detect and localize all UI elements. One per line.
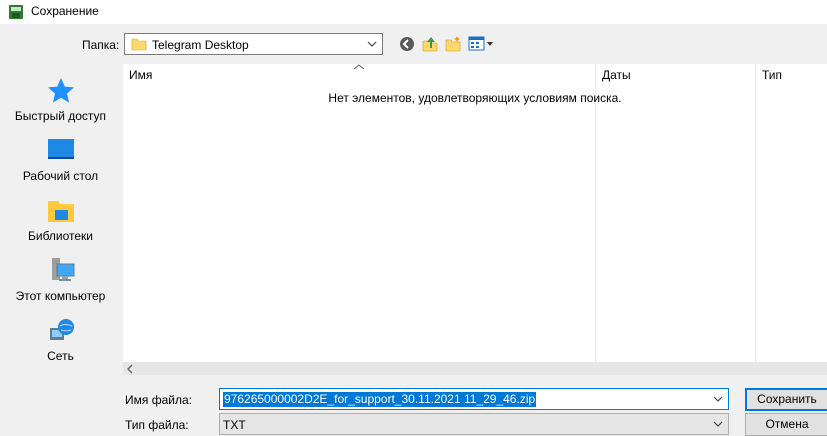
column-divider[interactable]	[755, 64, 756, 362]
place-network[interactable]: Сеть	[0, 310, 121, 370]
window-title: Сохранение	[31, 4, 99, 18]
place-quick-access[interactable]: Быстрый доступ	[0, 70, 121, 130]
title-bar: Сохранение	[0, 0, 827, 24]
filetype-select[interactable]: TXT	[219, 413, 729, 435]
save-button[interactable]: Сохранить	[745, 388, 827, 411]
sort-up-icon	[353, 64, 365, 70]
scroll-left-icon[interactable]	[125, 364, 135, 374]
filename-value[interactable]: 976265000002D2E_for_support_30.11.2021 1…	[223, 392, 537, 407]
folder-icon	[131, 38, 147, 51]
computer-icon	[52, 258, 75, 281]
column-header-date[interactable]: Даты	[602, 68, 631, 82]
place-desktop[interactable]: Рабочий стол	[0, 130, 121, 190]
network-icon	[50, 319, 74, 340]
column-header-name[interactable]: Имя	[129, 68, 152, 82]
horizontal-scrollbar[interactable]	[123, 362, 827, 375]
new-folder-icon[interactable]	[444, 35, 462, 53]
view-menu-icon[interactable]	[468, 35, 494, 53]
column-divider[interactable]	[595, 64, 596, 362]
place-label: Библиотеки	[27, 229, 93, 243]
file-list[interactable]: Имя Даты Тип Нет элементов, удовлетворяю…	[123, 64, 827, 362]
up-folder-icon[interactable]	[421, 35, 439, 53]
chevron-down-icon[interactable]	[365, 36, 379, 52]
back-icon[interactable]	[398, 35, 416, 53]
filename-label: Имя файла:	[125, 393, 192, 407]
filetype-value: TXT	[223, 418, 246, 432]
chevron-down-icon[interactable]	[711, 417, 725, 431]
places-sidebar: Быстрый доступ Рабочий стол Библиотеки Э…	[0, 64, 121, 434]
filetype-label: Тип файла:	[125, 418, 189, 432]
libraries-icon	[48, 201, 74, 222]
place-label: Быстрый доступ	[14, 109, 107, 123]
column-header-type[interactable]: Тип	[762, 68, 782, 82]
place-label: Этот компьютер	[15, 289, 106, 303]
app-icon	[9, 5, 23, 19]
folder-label: Папка:	[82, 38, 120, 52]
chevron-down-icon[interactable]	[711, 392, 725, 406]
folder-combo[interactable]: Telegram Desktop	[124, 33, 383, 55]
empty-message: Нет элементов, удовлетворяющих условиям …	[328, 91, 622, 105]
desktop-icon	[48, 139, 74, 159]
place-label: Сеть	[47, 349, 74, 363]
star-icon	[48, 78, 74, 103]
place-label: Рабочий стол	[22, 169, 99, 183]
cancel-button[interactable]: Отмена	[745, 413, 827, 436]
folder-combo-value: Telegram Desktop	[152, 38, 249, 52]
place-libraries[interactable]: Библиотеки	[0, 190, 121, 250]
place-this-pc[interactable]: Этот компьютер	[0, 250, 121, 310]
filename-input[interactable]: 976265000002D2E_for_support_30.11.2021 1…	[219, 388, 729, 410]
